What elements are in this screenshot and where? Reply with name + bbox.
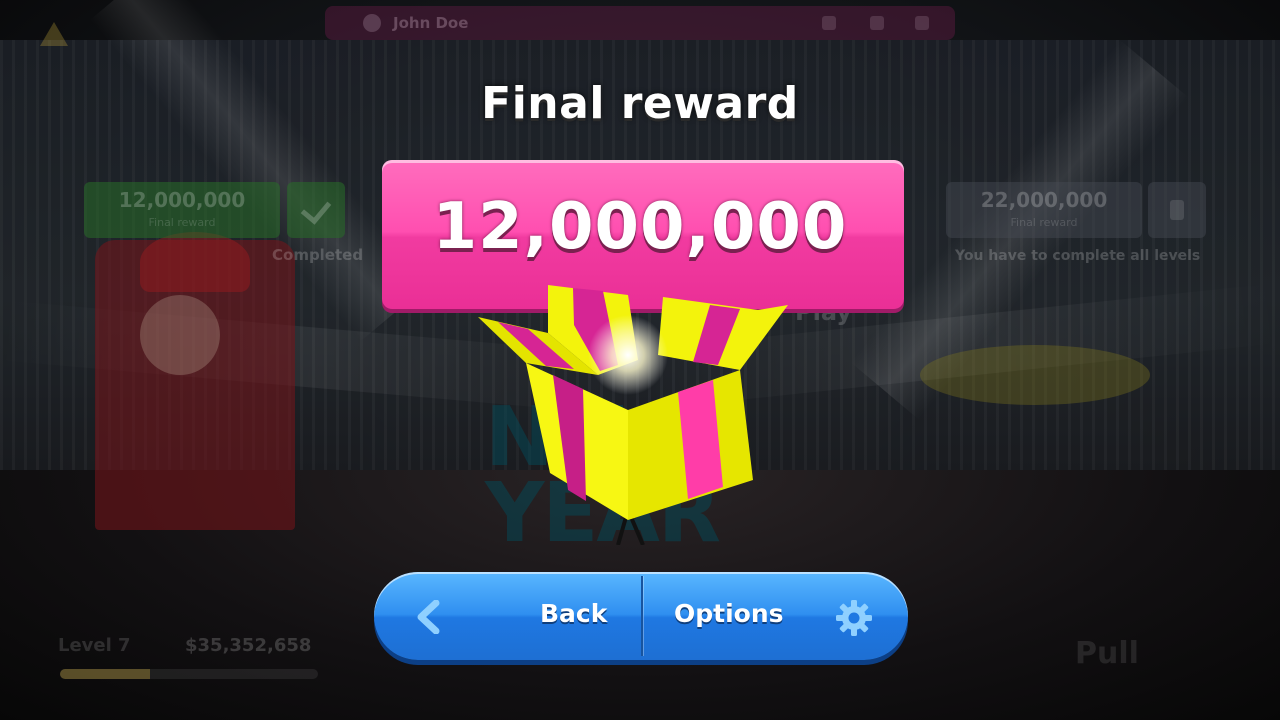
level-label: Level 7 (58, 635, 131, 656)
top-bar: John Doe (325, 6, 955, 40)
user-icon (363, 14, 381, 32)
gift-box-icon[interactable] (478, 285, 798, 545)
pull-label: Pull (1075, 636, 1139, 671)
back-label: Back (540, 599, 608, 628)
options-button[interactable]: Options (644, 572, 908, 660)
side-table (920, 345, 1150, 405)
settings-icon (915, 16, 929, 30)
page-title: Final reward (481, 78, 799, 129)
xp-bar (60, 669, 318, 679)
chevron-left-icon (417, 600, 440, 634)
xp-bar-fill (60, 669, 151, 679)
action-button-bar: Back Options (374, 572, 908, 660)
menu-icon (822, 16, 836, 30)
user-name: John Doe (393, 14, 469, 32)
robot-head (140, 295, 220, 375)
reward-amount: 12,000,000 (432, 190, 848, 264)
warning-icon (40, 22, 68, 46)
back-button[interactable]: Back (374, 572, 642, 660)
home-icon (870, 16, 884, 30)
money-label: $35,352,658 (185, 635, 312, 656)
options-label: Options (674, 599, 784, 628)
gear-icon (836, 600, 872, 636)
button-divider (641, 576, 643, 656)
